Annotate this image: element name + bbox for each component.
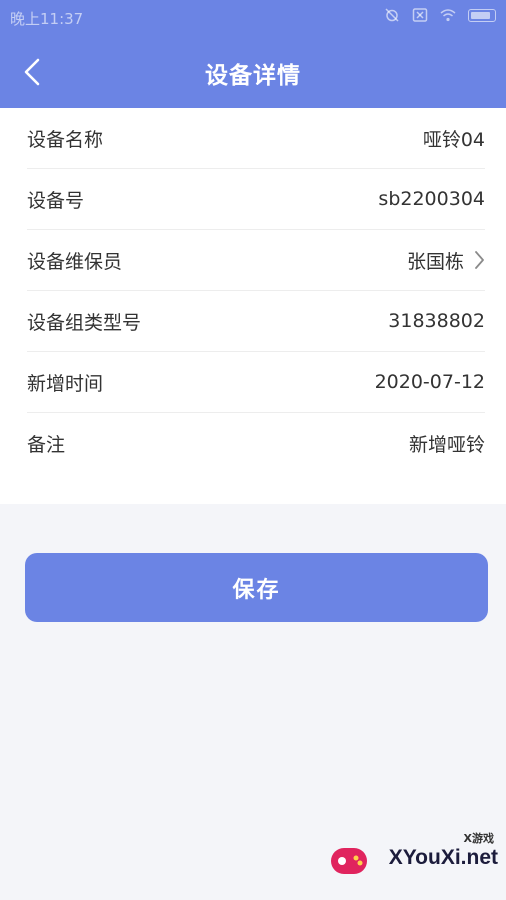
detail-value: 哑铃04 (422, 128, 485, 151)
wifi-icon (440, 9, 456, 22)
battery-icon (468, 8, 496, 22)
detail-value: sb2200304 (378, 188, 485, 210)
detail-label: 设备维保员 (27, 250, 123, 273)
detail-row-added-time: 新增时间 2020-07-12 (27, 352, 485, 413)
maintainer-value: 张国栋 (406, 250, 464, 273)
watermark-small: X游戏 (463, 832, 494, 845)
detail-card: 设备名称 哑铃04 设备号 sb2200304 设备维保员 张国栋 设备组类型号… (0, 108, 506, 504)
watermark: X游戏 XYouXi.net (328, 830, 498, 890)
gamepad-logo-icon (331, 848, 367, 874)
detail-value-wrap: 张国栋 (407, 247, 485, 274)
save-button[interactable]: 保存 (25, 553, 488, 622)
detail-row-remark: 备注 新增哑铃 (27, 413, 485, 473)
detail-label: 新增时间 (27, 372, 104, 395)
detail-label: 备注 (27, 433, 66, 456)
detail-value: 31838802 (388, 310, 485, 332)
detail-label: 设备名称 (27, 128, 104, 151)
alarm-off-icon (385, 8, 399, 22)
detail-label: 设备号 (27, 189, 85, 212)
sim-x-icon (412, 8, 428, 22)
detail-value: 新增哑铃 (408, 433, 485, 456)
watermark-text: XYouXi.net (388, 846, 498, 869)
detail-value: 2020-07-12 (374, 371, 485, 393)
status-bar: 晚上11:37 (0, 0, 506, 36)
detail-row-maintainer[interactable]: 设备维保员 张国栋 (27, 230, 485, 291)
detail-row-group-model: 设备组类型号 31838802 (27, 291, 485, 352)
nav-bar: 设备详情 (0, 36, 506, 108)
status-icons (384, 8, 496, 22)
detail-label: 设备组类型号 (27, 311, 142, 334)
chevron-right-icon (474, 250, 485, 270)
status-time: 晚上11:37 (10, 10, 84, 28)
detail-row-device-name: 设备名称 哑铃04 (27, 108, 485, 169)
page-title: 设备详情 (205, 63, 301, 89)
detail-row-device-number: 设备号 sb2200304 (27, 169, 485, 230)
